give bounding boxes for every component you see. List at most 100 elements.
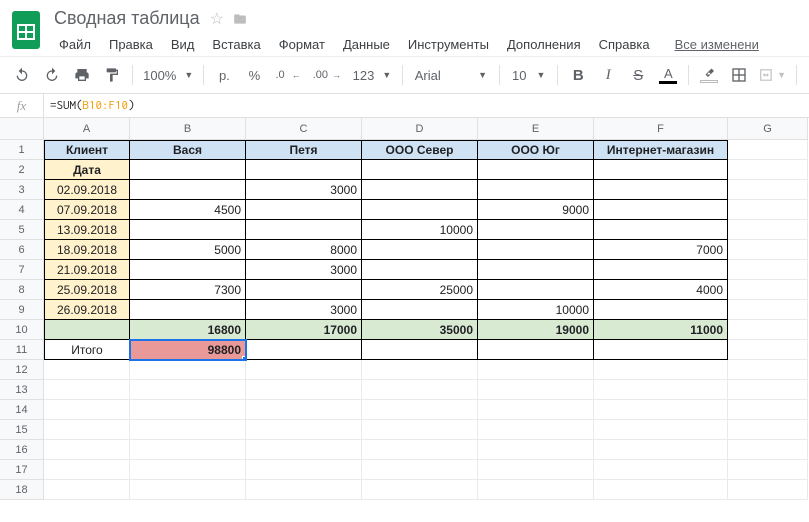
cell-E13[interactable] bbox=[478, 380, 594, 400]
cell-F13[interactable] bbox=[594, 380, 728, 400]
cell-A6[interactable]: 18.09.2018 bbox=[44, 240, 130, 260]
row-head-9[interactable]: 9 bbox=[0, 300, 44, 320]
row-head-15[interactable]: 15 bbox=[0, 420, 44, 440]
cell-A15[interactable] bbox=[44, 420, 130, 440]
cell-D9[interactable] bbox=[362, 300, 478, 320]
cell-E14[interactable] bbox=[478, 400, 594, 420]
cell-F5[interactable] bbox=[594, 220, 728, 240]
cell-A8[interactable]: 25.09.2018 bbox=[44, 280, 130, 300]
cell-F7[interactable] bbox=[594, 260, 728, 280]
cell-A9[interactable]: 26.09.2018 bbox=[44, 300, 130, 320]
cell-D4[interactable] bbox=[362, 200, 478, 220]
cell-B16[interactable] bbox=[130, 440, 246, 460]
cell-E16[interactable] bbox=[478, 440, 594, 460]
sheets-icon[interactable] bbox=[8, 6, 44, 54]
row-head-12[interactable]: 12 bbox=[0, 360, 44, 380]
cell-C11[interactable] bbox=[246, 340, 362, 360]
row-head-18[interactable]: 18 bbox=[0, 480, 44, 500]
cell-F11[interactable] bbox=[594, 340, 728, 360]
cell-E8[interactable] bbox=[478, 280, 594, 300]
cell-E3[interactable] bbox=[478, 180, 594, 200]
cell-B5[interactable] bbox=[130, 220, 246, 240]
cell-C6[interactable]: 8000 bbox=[246, 240, 362, 260]
menu-edit[interactable]: Правка bbox=[102, 33, 160, 56]
cell-G10[interactable] bbox=[728, 320, 808, 340]
menu-file[interactable]: Файл bbox=[52, 33, 98, 56]
font-size-select[interactable]: 10▼ bbox=[506, 61, 551, 89]
cell-F16[interactable] bbox=[594, 440, 728, 460]
cell-D14[interactable] bbox=[362, 400, 478, 420]
cell-E15[interactable] bbox=[478, 420, 594, 440]
cell-B10[interactable]: 16800 bbox=[130, 320, 246, 340]
cell-G4[interactable] bbox=[728, 200, 808, 220]
cell-D12[interactable] bbox=[362, 360, 478, 380]
cell-C3[interactable]: 3000 bbox=[246, 180, 362, 200]
cell-A1[interactable]: Клиент bbox=[44, 140, 130, 160]
cell-C7[interactable]: 3000 bbox=[246, 260, 362, 280]
cell-F4[interactable] bbox=[594, 200, 728, 220]
cell-B6[interactable]: 5000 bbox=[130, 240, 246, 260]
row-head-14[interactable]: 14 bbox=[0, 400, 44, 420]
print-button[interactable] bbox=[68, 61, 96, 89]
more-formats-button[interactable]: 123▼ bbox=[348, 61, 396, 89]
cell-E11[interactable] bbox=[478, 340, 594, 360]
cell-E18[interactable] bbox=[478, 480, 594, 500]
row-head-2[interactable]: 2 bbox=[0, 160, 44, 180]
menu-help[interactable]: Справка bbox=[592, 33, 657, 56]
cell-A11[interactable]: Итого bbox=[44, 340, 130, 360]
cell-D16[interactable] bbox=[362, 440, 478, 460]
row-head-7[interactable]: 7 bbox=[0, 260, 44, 280]
cell-G11[interactable] bbox=[728, 340, 808, 360]
cell-G8[interactable] bbox=[728, 280, 808, 300]
menu-data[interactable]: Данные bbox=[336, 33, 397, 56]
paint-format-button[interactable] bbox=[98, 61, 126, 89]
cell-B14[interactable] bbox=[130, 400, 246, 420]
cell-E7[interactable] bbox=[478, 260, 594, 280]
cell-E10[interactable]: 19000 bbox=[478, 320, 594, 340]
cell-E2[interactable] bbox=[478, 160, 594, 180]
cell-G17[interactable] bbox=[728, 460, 808, 480]
all-changes-link[interactable]: Все изменени bbox=[675, 37, 759, 52]
menu-addons[interactable]: Дополнения bbox=[500, 33, 588, 56]
cell-D1[interactable]: ООО Север bbox=[362, 140, 478, 160]
cell-A16[interactable] bbox=[44, 440, 130, 460]
cell-C16[interactable] bbox=[246, 440, 362, 460]
col-head-A[interactable]: A bbox=[44, 118, 130, 140]
cell-D11[interactable] bbox=[362, 340, 478, 360]
row-head-10[interactable]: 10 bbox=[0, 320, 44, 340]
cell-A18[interactable] bbox=[44, 480, 130, 500]
cell-C17[interactable] bbox=[246, 460, 362, 480]
cell-F8[interactable]: 4000 bbox=[594, 280, 728, 300]
col-head-E[interactable]: E bbox=[478, 118, 594, 140]
cell-C9[interactable]: 3000 bbox=[246, 300, 362, 320]
bold-button[interactable]: B bbox=[564, 61, 592, 89]
cell-C5[interactable] bbox=[246, 220, 362, 240]
cell-E17[interactable] bbox=[478, 460, 594, 480]
fill-color-button[interactable] bbox=[695, 61, 723, 89]
strikethrough-button[interactable]: S bbox=[624, 61, 652, 89]
row-head-11[interactable]: 11 bbox=[0, 340, 44, 360]
cell-D8[interactable]: 25000 bbox=[362, 280, 478, 300]
cell-A13[interactable] bbox=[44, 380, 130, 400]
cell-B18[interactable] bbox=[130, 480, 246, 500]
row-head-6[interactable]: 6 bbox=[0, 240, 44, 260]
percent-button[interactable]: % bbox=[240, 61, 268, 89]
row-head-5[interactable]: 5 bbox=[0, 220, 44, 240]
cell-G14[interactable] bbox=[728, 400, 808, 420]
cell-F18[interactable] bbox=[594, 480, 728, 500]
cell-G6[interactable] bbox=[728, 240, 808, 260]
text-color-button[interactable]: A bbox=[654, 61, 682, 89]
cell-B3[interactable] bbox=[130, 180, 246, 200]
cell-D6[interactable] bbox=[362, 240, 478, 260]
col-head-F[interactable]: F bbox=[594, 118, 728, 140]
cell-D15[interactable] bbox=[362, 420, 478, 440]
cell-C15[interactable] bbox=[246, 420, 362, 440]
cell-G15[interactable] bbox=[728, 420, 808, 440]
row-head-1[interactable]: 1 bbox=[0, 140, 44, 160]
cell-E4[interactable]: 9000 bbox=[478, 200, 594, 220]
cell-A14[interactable] bbox=[44, 400, 130, 420]
cell-D13[interactable] bbox=[362, 380, 478, 400]
cell-B12[interactable] bbox=[130, 360, 246, 380]
cell-C4[interactable] bbox=[246, 200, 362, 220]
cell-D2[interactable] bbox=[362, 160, 478, 180]
